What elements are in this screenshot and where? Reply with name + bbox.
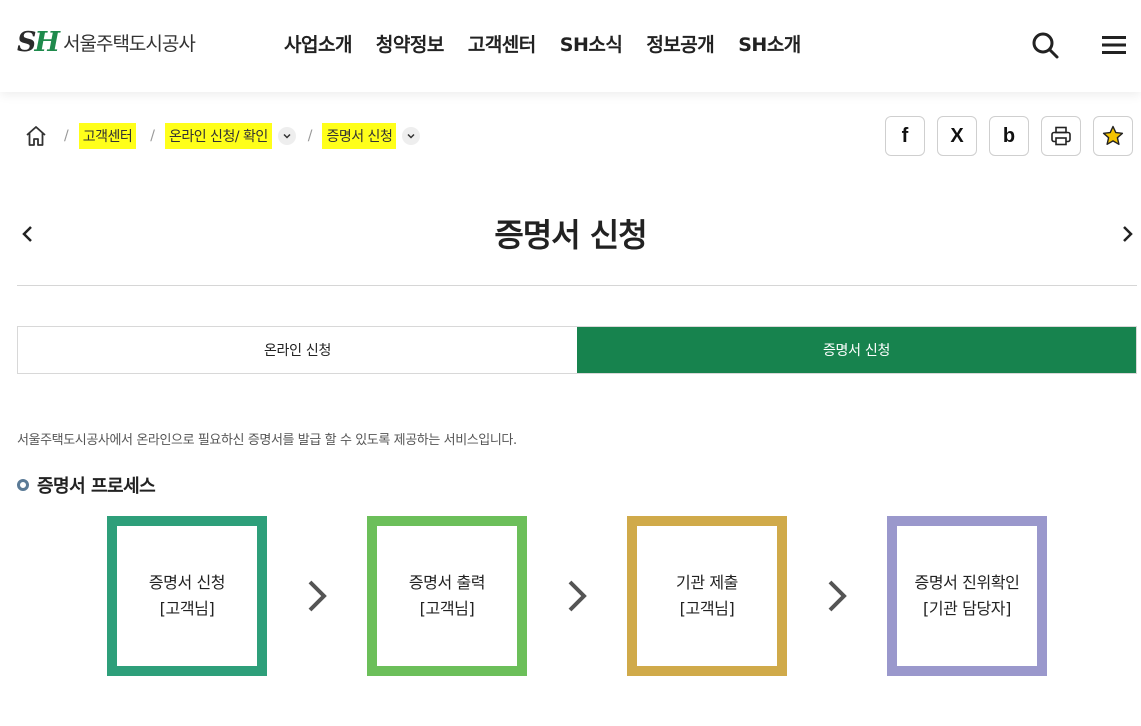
breadcrumb: / 고객센터 / 온라인 신청/ 확인 / 증명서 신청 [24, 120, 424, 152]
process-step-title: 증명서 출력 [408, 573, 486, 592]
page-title: 증명서 신청 [494, 216, 647, 254]
print-button[interactable] [1041, 116, 1081, 156]
x-share-button[interactable]: X [937, 116, 977, 156]
breadcrumb-separator: / [150, 128, 155, 144]
process-step-1: 증명서 신청 [고객님] [107, 516, 267, 676]
blog-share-button[interactable]: b [989, 116, 1029, 156]
title-divider [17, 285, 1137, 286]
x-icon: X [950, 124, 964, 147]
tab-bar: 온라인 신청 증명서 신청 [17, 326, 1137, 374]
next-page-arrow-icon[interactable] [1116, 222, 1138, 246]
nav-item-sh-news[interactable]: SH소식 [560, 30, 623, 57]
printer-icon [1051, 126, 1071, 146]
logo-mark: SH [17, 26, 60, 58]
home-icon[interactable] [24, 124, 48, 148]
process-step-title: 기관 제출 [676, 573, 738, 592]
nav-item-business[interactable]: 사업소개 [284, 30, 352, 57]
process-step-title: 증명서 진위확인 [914, 573, 1020, 592]
search-icon[interactable] [1030, 30, 1060, 60]
process-step-title: 증명서 신청 [148, 573, 226, 592]
breadcrumb-customer-center[interactable]: 고객센터 [78, 123, 137, 149]
logo-text: 서울주택도시공사 [63, 32, 196, 55]
share-toolbar: f X b [885, 116, 1133, 156]
favorite-button[interactable] [1093, 116, 1133, 156]
process-step-actor: [기관 담당자] [923, 599, 1011, 618]
process-step-2: 증명서 출력 [고객님] [367, 516, 527, 676]
breadcrumb-online-application[interactable]: 온라인 신청/ 확인 [164, 123, 272, 149]
tab-certificate-application[interactable]: 증명서 신청 [577, 327, 1136, 373]
breadcrumb-separator: / [307, 128, 313, 144]
chevron-down-icon[interactable] [277, 127, 296, 145]
section-title: 증명서 프로세스 [17, 472, 156, 498]
bullet-circle-icon [17, 479, 29, 491]
tab-online-application[interactable]: 온라인 신청 [18, 327, 577, 373]
process-step-actor: [고객님] [419, 599, 475, 618]
page-description: 서울주택도시공사에서 온라인으로 필요하신 증명서를 발급 할 수 있도록 제공… [17, 433, 517, 448]
facebook-share-button[interactable]: f [885, 116, 925, 156]
process-step-3: 기관 제출 [고객님] [627, 516, 787, 676]
chevron-right-icon [568, 580, 587, 612]
process-step-actor: [고객님] [159, 599, 215, 618]
main-nav: 사업소개 청약정보 고객센터 SH소식 정보공개 SH소개 [284, 30, 825, 57]
logo-mark-s: S [17, 26, 36, 58]
nav-item-subscription[interactable]: 청약정보 [376, 30, 444, 57]
sh-logo[interactable]: SH 서울주택도시공사 [17, 24, 196, 60]
logo-mark-h: H [34, 26, 60, 58]
breadcrumb-separator: / [64, 128, 69, 144]
facebook-icon: f [901, 124, 909, 147]
blog-icon: b [1002, 124, 1016, 147]
star-icon [1102, 125, 1124, 145]
chevron-right-icon [828, 580, 847, 612]
chevron-down-icon[interactable] [402, 127, 421, 145]
breadcrumb-certificate-application[interactable]: 증명서 신청 [322, 123, 397, 149]
chevron-right-icon [308, 580, 327, 612]
nav-item-disclosure[interactable]: 정보공개 [646, 30, 714, 57]
process-step-actor: [고객님] [679, 599, 735, 618]
process-step-4: 증명서 진위확인 [기관 담당자] [887, 516, 1047, 676]
nav-item-customer-center[interactable]: 고객센터 [468, 30, 536, 57]
nav-item-about-sh[interactable]: SH소개 [738, 30, 801, 57]
site-header: SH 서울주택도시공사 사업소개 청약정보 고객센터 SH소식 정보공개 SH소… [0, 0, 1141, 92]
hamburger-menu-icon[interactable] [1099, 30, 1129, 60]
section-title-text: 증명서 프로세스 [37, 476, 156, 497]
